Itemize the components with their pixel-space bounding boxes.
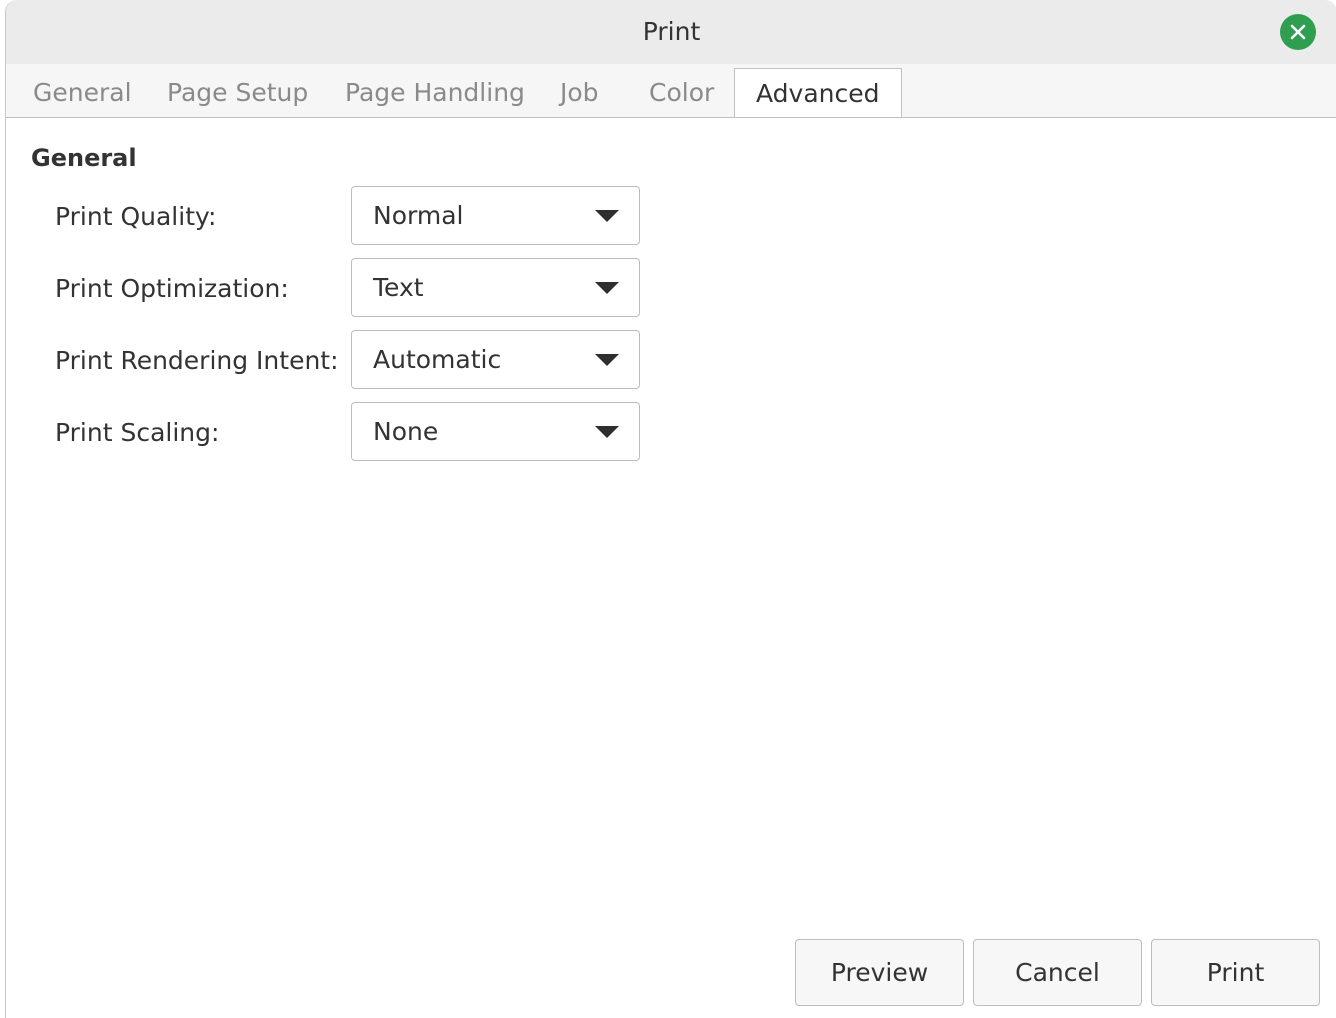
print-quality-label: Print Quality: xyxy=(55,202,217,231)
print-dialog: Print General Page Setup Page Handling J… xyxy=(5,0,1336,1018)
tab-general[interactable]: General xyxy=(33,78,132,107)
tab-advanced[interactable]: Advanced xyxy=(734,68,902,117)
chevron-down-icon xyxy=(595,210,619,222)
print-scaling-dropdown[interactable]: None xyxy=(351,402,640,461)
close-button[interactable] xyxy=(1280,14,1316,50)
print-optimization-dropdown[interactable]: Text xyxy=(351,258,640,317)
print-optimization-value: Text xyxy=(373,273,424,302)
print-rendering-intent-value: Automatic xyxy=(373,345,502,374)
print-rendering-intent-label: Print Rendering Intent: xyxy=(55,346,339,375)
tab-color[interactable]: Color xyxy=(649,78,714,107)
chevron-down-icon xyxy=(595,426,619,438)
tab-job[interactable]: Job xyxy=(560,78,599,107)
section-title-general: General xyxy=(31,144,137,172)
print-quality-dropdown[interactable]: Normal xyxy=(351,186,640,245)
chevron-down-icon xyxy=(595,282,619,294)
chevron-down-icon xyxy=(595,354,619,366)
preview-button[interactable]: Preview xyxy=(795,939,964,1006)
advanced-tab-panel: General Print Quality: Normal Print Opti… xyxy=(6,118,1336,1018)
print-scaling-label: Print Scaling: xyxy=(55,418,220,447)
print-optimization-label: Print Optimization: xyxy=(55,274,289,303)
tab-bar: General Page Setup Page Handling Job Col… xyxy=(6,64,1336,118)
cancel-button[interactable]: Cancel xyxy=(973,939,1142,1006)
print-button[interactable]: Print xyxy=(1151,939,1320,1006)
print-scaling-value: None xyxy=(373,417,439,446)
tab-page-setup[interactable]: Page Setup xyxy=(167,78,308,107)
tab-page-handling[interactable]: Page Handling xyxy=(345,78,525,107)
print-rendering-intent-dropdown[interactable]: Automatic xyxy=(351,330,640,389)
title-bar: Print xyxy=(6,0,1336,64)
dialog-title: Print xyxy=(642,17,701,46)
close-icon xyxy=(1290,24,1306,40)
print-quality-value: Normal xyxy=(373,201,464,230)
